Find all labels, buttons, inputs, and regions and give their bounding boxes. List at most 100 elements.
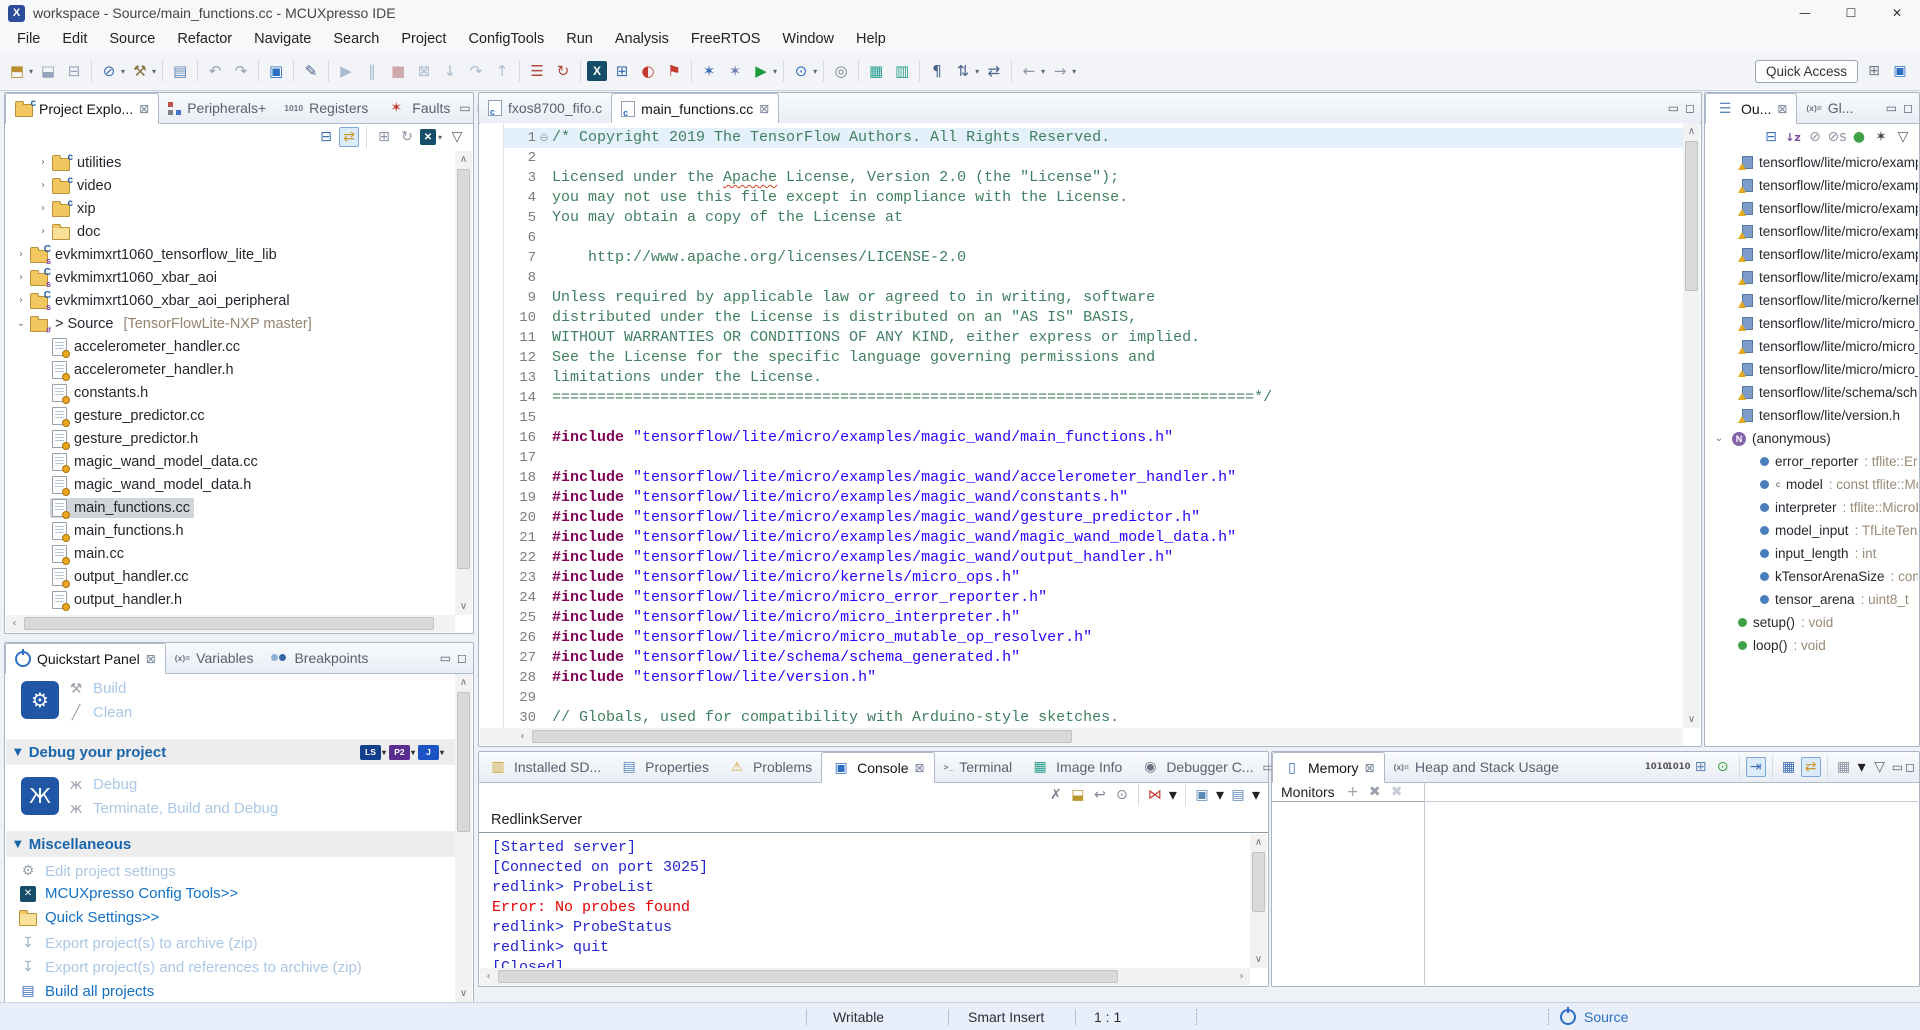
build-button[interactable]: ⚒▾	[127, 58, 158, 84]
hide-fields-icon[interactable]: ⊘	[1805, 127, 1825, 147]
tree-item-output-handler-h[interactable]: output_handler.h	[6, 588, 455, 611]
pin-console-icon[interactable]: ⊙	[1112, 785, 1132, 805]
sort-icon[interactable]: ↓z	[1783, 127, 1803, 147]
terminate-button[interactable]: ■	[385, 58, 411, 84]
tree-item-doc[interactable]: ›doc	[6, 220, 455, 243]
tree-item-constants-h[interactable]: constants.h	[6, 381, 455, 404]
expand-arrow-icon[interactable]: ›	[14, 295, 28, 306]
skip-all-breakpoints-button[interactable]: ⊘▾	[96, 58, 127, 84]
outline-item-tensorflow-lite-micro-micro-mutable-op-resolver-h[interactable]: tensorflow/lite/micro/micro_mutable_op_r…	[1706, 358, 1918, 381]
maximize-button[interactable]: ☐	[1828, 0, 1874, 26]
heap-stack-button[interactable]: ▥	[889, 58, 915, 84]
debug-section-header[interactable]: ▼ Debug your project LS▾P2▾J▾	[6, 739, 455, 765]
step-return-button[interactable]: ↑	[489, 58, 515, 84]
collapse-all-icon[interactable]: ⊟	[1761, 127, 1781, 147]
refresh-icon[interactable]: ↻	[397, 127, 417, 147]
probe-chip-ls[interactable]: LS	[360, 745, 381, 760]
profile-trace-button[interactable]: ☰	[524, 58, 550, 84]
menu-freertos[interactable]: FreeRTOS	[680, 31, 772, 47]
step-into-button[interactable]: ↓	[437, 58, 463, 84]
outline-item-tensorflow-lite-micro-micro-error-reporter-h[interactable]: tensorflow/lite/micro/micro_error_report…	[1706, 312, 1918, 335]
tab-peripherals-[interactable]: Peripherals+	[159, 93, 275, 123]
outline-item-model[interactable]: cmodel : const tflite::Model	[1706, 473, 1918, 496]
view-menu-icon[interactable]: ▽	[447, 127, 467, 147]
project-tree-hscrollbar[interactable]: ‹	[6, 615, 455, 632]
close-tab-icon[interactable]: ⊠	[1365, 761, 1375, 775]
console-vscrollbar[interactable]: ∧ ∨	[1250, 834, 1267, 968]
back-button[interactable]: ←▾	[1016, 58, 1047, 84]
tab-main-functions-cc[interactable]: main_functions.cc⊠	[611, 93, 779, 124]
launch-config-button[interactable]: ⊙▾	[788, 58, 819, 84]
minimize-view-icon[interactable]: ▭	[1668, 101, 1679, 115]
menu-analysis[interactable]: Analysis	[604, 31, 680, 47]
go-to-address-icon[interactable]: ⇥	[1746, 757, 1766, 777]
menu-search[interactable]: Search	[322, 31, 390, 47]
quickstart-mcuxpres-so-config-tools-[interactable]: ✕MCUXpres­so Config Tools>>	[19, 885, 238, 902]
tree-item-magic-wand-model-data-cc[interactable]: magic_wand_model_data.cc	[6, 450, 455, 473]
resume-button[interactable]: ▶	[333, 58, 359, 84]
tree-item-xip[interactable]: ›cxip	[6, 197, 455, 220]
tree-item-evkmimxrt1060-xbar-aoi-peripheral[interactable]: ›Csevkmimxrt1060_xbar_aoi_peripheral	[6, 289, 455, 312]
source-status[interactable]: Source	[1560, 1003, 1628, 1030]
outline-item-tensorflow-lite-micro-examples-magic-wand-accelerometer-handler-h[interactable]: tensorflow/lite/micro/examples/magic_wan…	[1706, 174, 1918, 197]
tab-registers[interactable]: 1010Registers	[275, 93, 377, 123]
remove-memory-monitor-icon[interactable]: ✖	[1367, 784, 1383, 800]
minimize-view-icon[interactable]: ▭	[440, 651, 451, 665]
export-memory-icon[interactable]: 1010	[1647, 757, 1667, 777]
menu-window[interactable]: Window	[771, 31, 845, 47]
tab-heap-and-stack-usage[interactable]: (x)=Heap and Stack Usage	[1385, 752, 1568, 782]
add-memory-monitor-icon[interactable]: +	[1345, 784, 1361, 800]
word-wrap-icon[interactable]: ↩	[1090, 785, 1110, 805]
link-with-editor-icon[interactable]: ⇄	[339, 127, 359, 147]
minimize-button[interactable]: —	[1782, 0, 1828, 26]
new-c-file-button[interactable]: ▤	[167, 58, 193, 84]
lto-icon[interactable]: ✶	[1871, 127, 1891, 147]
expand-arrow-icon[interactable]: ›	[36, 180, 50, 191]
toggle-split-pane-icon[interactable]: ▦	[1779, 757, 1799, 777]
show-whitespace-button[interactable]: ¶	[924, 58, 950, 84]
tab-project-explo-[interactable]: cProject Explo...⊠	[5, 93, 159, 124]
outline-item-tensorflow-lite-micro-examples-magic-wand-constants-h[interactable]: tensorflow/lite/micro/examples/magic_wan…	[1706, 197, 1918, 220]
close-tab-icon[interactable]: ⊠	[759, 102, 769, 116]
outline-item-interpreter[interactable]: interpreter : tflite::MicroInterpreter	[1706, 496, 1918, 519]
new-memory-view-icon[interactable]: ⊞	[1691, 757, 1711, 777]
outline-item-tensorflow-lite-micro-examples-magic-wand-gesture-predictor-h[interactable]: tensorflow/lite/micro/examples/magic_wan…	[1706, 220, 1918, 243]
redo-button[interactable]: ↷	[228, 58, 254, 84]
expand-arrow-icon[interactable]: ›	[36, 226, 50, 237]
peripherals-tool-button[interactable]: ⚑	[661, 58, 687, 84]
filter-button[interactable]: ✕▾	[420, 124, 444, 150]
remove-all-monitors-icon[interactable]: ✖	[1389, 784, 1405, 800]
quickstart-vscrollbar[interactable]: ∧ ∨	[455, 674, 472, 1002]
tree-item-main-cc[interactable]: main.cc	[6, 542, 455, 565]
pin-memory-icon[interactable]: ⊙	[1713, 757, 1733, 777]
view-menu-icon[interactable]: ▽	[1870, 757, 1890, 777]
cpp-perspective-icon[interactable]: ▣	[1890, 61, 1910, 81]
close-tab-icon[interactable]: ⊠	[146, 652, 156, 666]
menu-edit[interactable]: Edit	[51, 31, 98, 47]
quickstart-build-all-projects[interactable]: ▤Build all projects	[19, 981, 154, 1001]
code-editor[interactable]: 1⊖/* Copyright 2019 The TensorFlow Autho…	[480, 123, 1683, 728]
tree-item-evkmimxrt1060-xbar-aoi[interactable]: ›Csevkmimxrt1060_xbar_aoi	[6, 266, 455, 289]
outline-item-input-length[interactable]: input_length : int	[1706, 542, 1918, 565]
outline-item--anonymous-[interactable]: ⌄N(anonymous)	[1706, 427, 1918, 450]
clear-console-icon[interactable]: ✗	[1046, 785, 1066, 805]
maximize-view-icon[interactable]: ◻	[1905, 760, 1915, 774]
tab-debugger-c-[interactable]: ◉Debugger C...	[1131, 752, 1262, 782]
expand-arrow-icon[interactable]: ›	[36, 157, 50, 168]
quickstart-quick-settings-[interactable]: Quick Settings>>	[19, 909, 159, 926]
menu-source[interactable]: Source	[98, 31, 166, 47]
outline-item-tensorflow-lite-micro-kernels-micro-ops-h[interactable]: tensorflow/lite/micro/kernels/micro_ops.…	[1706, 289, 1918, 312]
quick-access-button[interactable]: Quick Access	[1755, 60, 1858, 83]
expand-arrow-icon[interactable]: ⌄	[14, 318, 28, 329]
tab-ou-[interactable]: ☰Ou...⊠	[1705, 93, 1797, 124]
clocks-tool-button[interactable]: ◐	[635, 58, 661, 84]
hide-non-public-icon[interactable]: ●	[1849, 127, 1869, 147]
outline-item-error-reporter[interactable]: error_reporter : tflite::ErrorReporter	[1706, 450, 1918, 473]
miscellaneous-section-header[interactable]: ▼ Miscellaneous	[6, 831, 455, 857]
tab-variables[interactable]: (x)=Variables	[166, 643, 263, 673]
tree-item--source[interactable]: ⌄#> Source[TensorFlowLite-NXP master]	[6, 312, 455, 335]
image-info-button[interactable]: ▦	[863, 58, 889, 84]
layout-icon[interactable]: ▦	[1834, 757, 1854, 777]
configtools-button[interactable]: X	[585, 58, 609, 84]
menu-project[interactable]: Project	[390, 31, 457, 47]
